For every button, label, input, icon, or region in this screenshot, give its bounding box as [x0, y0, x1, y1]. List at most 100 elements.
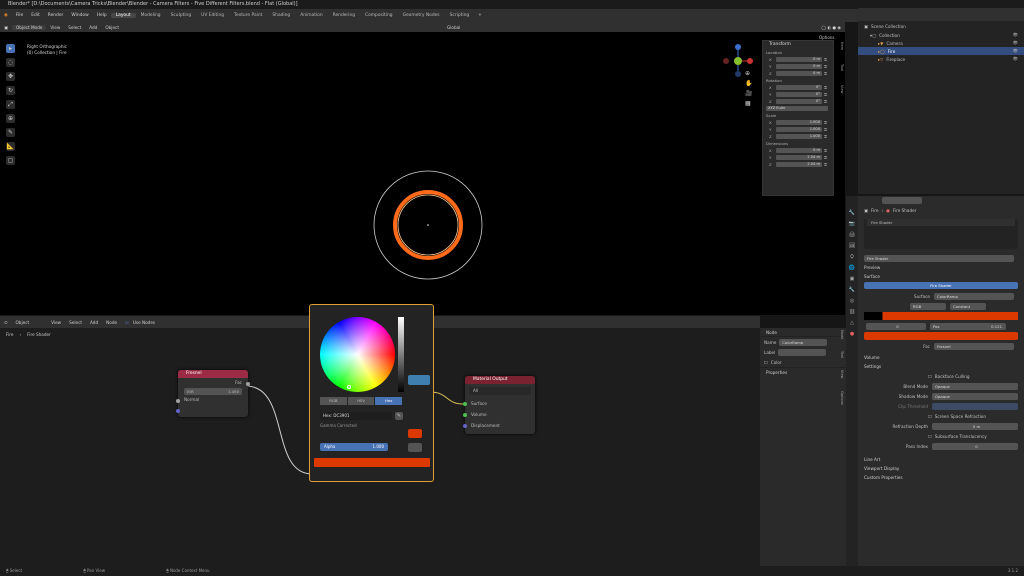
shadow-mode-dropdown[interactable]: Opaque [932, 392, 1018, 400]
ramp-stop-position[interactable]: Pos 0.121 [930, 322, 1006, 330]
data-tab-icon[interactable]: △ [850, 320, 854, 326]
rotation-mode-dropdown[interactable]: XYZ Euler [766, 106, 828, 111]
ns-tab-options[interactable]: Options [836, 391, 844, 405]
ramp-interpolation-dropdown[interactable]: Constant [950, 302, 986, 310]
fresnel-node[interactable]: Fresnel Fac IOR 1.450 Normal [176, 370, 250, 417]
ne-object-dropdown[interactable]: Object [12, 320, 34, 325]
zoom-icon[interactable]: ⊕ [745, 70, 752, 77]
color-ramp-gradient[interactable] [864, 312, 1018, 320]
material-tab-icon[interactable]: ● [850, 331, 854, 337]
transform-tool-icon[interactable]: ⊕ [6, 114, 15, 123]
mode-hex[interactable]: Hex [375, 397, 403, 405]
hex-input[interactable]: Hex: DC3901 [320, 412, 392, 420]
rotate-tool-icon[interactable]: ↻ [6, 86, 15, 95]
ne-menu-node[interactable]: Node [102, 320, 121, 325]
vp-menu-object[interactable]: Object [101, 25, 123, 30]
select-tool-icon[interactable]: ▸ [6, 44, 15, 53]
dimensions-value-field[interactable]: 0 m [776, 148, 822, 153]
subsurface-checkbox[interactable]: ☐ [928, 434, 932, 439]
location-value-field[interactable]: 0 m [776, 57, 822, 62]
tab-geometry-nodes[interactable]: Geometry Nodes [398, 13, 445, 18]
tab-animation[interactable]: Animation [295, 13, 327, 18]
hue-saturation-wheel[interactable] [320, 317, 395, 392]
ramp-stop-index[interactable]: 0 [866, 322, 926, 330]
value-slider[interactable] [398, 317, 404, 392]
pan-hand-icon[interactable]: ✋ [745, 80, 752, 87]
surface-section[interactable]: Surface [858, 272, 1024, 281]
rotation-value-field[interactable]: 0° [776, 99, 822, 104]
camera-view-icon[interactable]: 🎥 [745, 90, 752, 97]
ne-menu-add[interactable]: Add [86, 320, 102, 325]
n-tab-tool[interactable]: Tool [836, 64, 844, 71]
menu-render[interactable]: Render [44, 13, 68, 18]
ns-tab-tool[interactable]: Tool [836, 351, 844, 358]
n-tab-item[interactable]: Item [836, 42, 844, 50]
lock-icon[interactable]: ⚿ [824, 64, 827, 69]
vp-menu-select[interactable]: Select [64, 25, 85, 30]
material-slot-item[interactable]: Fire Shader [867, 219, 1015, 226]
refraction-depth-field[interactable]: 0 m [932, 422, 1018, 430]
backface-culling-checkbox[interactable]: ☐ [928, 374, 932, 379]
annotate-tool-icon[interactable]: ✎ [6, 128, 15, 137]
menu-file[interactable]: File [12, 13, 27, 18]
node-name-field[interactable]: ColorRamp [779, 338, 828, 346]
scale-value-field[interactable]: 1.000 [776, 120, 822, 125]
add-cube-tool-icon[interactable]: ▢ [6, 156, 15, 165]
visibility-eye-icon[interactable]: 👁 [1013, 32, 1024, 38]
color-picker-popup[interactable]: RGB HSV Hex Hex: DC3901 ✎ Gamma Correcte… [309, 304, 434, 482]
vp-menu-view[interactable]: View [46, 25, 64, 30]
material-output-node[interactable]: Material Output All Surface Volume Displ… [463, 376, 535, 434]
object-tab-icon[interactable]: ▣ [850, 276, 855, 282]
fresnel-fac-socket[interactable] [246, 382, 250, 386]
scene-collection-row[interactable]: ▣ Scene Collection [858, 21, 1024, 31]
lock-icon[interactable]: ⚿ [824, 71, 827, 76]
rotation-value-field[interactable]: 0° [776, 85, 822, 90]
ns-tab-view[interactable]: View [836, 370, 844, 379]
material-datablock-field[interactable]: Fire Shader [864, 254, 1014, 262]
outliner-row-collection[interactable]: ▾▢ Collection 👁 [858, 31, 1024, 39]
tab-shading[interactable]: Shading [267, 13, 295, 18]
grid-view-icon[interactable]: ▦ [745, 100, 752, 107]
mode-dropdown[interactable]: Object Mode [11, 24, 47, 30]
dimensions-value-field[interactable]: 2.54 m [776, 155, 822, 160]
output-tab-icon[interactable]: 🖨 [849, 232, 855, 238]
editor-type-icon[interactable]: ▣ [0, 25, 12, 30]
tab-texture-paint[interactable]: Texture Paint [229, 13, 267, 18]
dimensions-value-field[interactable]: 2.54 m [776, 162, 822, 167]
tab-modeling[interactable]: Modeling [136, 13, 166, 18]
tab-uv-editing[interactable]: UV Editing [196, 13, 229, 18]
ramp-stop-color-swatch[interactable] [864, 332, 1018, 340]
volume-socket[interactable] [463, 413, 467, 417]
navigation-gizmo[interactable] [720, 42, 760, 82]
pass-index-field[interactable]: 0 [932, 442, 1018, 450]
volume-section[interactable]: Volume [858, 353, 1024, 362]
modifier-tab-icon[interactable]: 🔧 [849, 287, 855, 293]
scene-tab-icon[interactable]: ⛭ [850, 254, 854, 260]
fac-input-field[interactable]: Fresnel [934, 342, 1014, 350]
vp-menu-add[interactable]: Add [85, 25, 101, 30]
menu-edit[interactable]: Edit [27, 13, 44, 18]
scale-tool-icon[interactable]: ⤢ [6, 100, 15, 109]
ns-tab-node[interactable]: Node [836, 330, 844, 339]
tab-sculpting[interactable]: Sculpting [166, 13, 197, 18]
menu-window[interactable]: Window [67, 13, 92, 18]
lineart-section[interactable]: Line Art [858, 455, 1024, 464]
shading-modes[interactable]: ◯ ◐ ● ◉ [817, 25, 845, 30]
outliner-row-camera[interactable]: ▸▼ Camera 👁 [858, 39, 1024, 47]
node-color-checkbox[interactable]: ☐ [764, 360, 768, 365]
alpha-slider[interactable]: Alpha 1.000 [320, 443, 388, 451]
3d-viewport[interactable]: Right Orthographic (0) Collection | Fire… [0, 32, 845, 315]
tab-scripting[interactable]: Scripting [445, 13, 475, 18]
lock-icon[interactable]: ⚿ [824, 99, 827, 104]
ssr-checkbox[interactable]: ☐ [928, 414, 932, 419]
lock-icon[interactable]: ⚿ [824, 127, 827, 132]
camera-eye-icon[interactable]: 👁 [1013, 40, 1024, 46]
use-nodes-button[interactable]: Fire Shader [864, 282, 1018, 289]
ne-editor-type-icon[interactable]: ⊙ [0, 320, 12, 325]
lock-icon[interactable]: ⚿ [824, 92, 827, 97]
scale-value-field[interactable]: 1.000 [776, 127, 822, 132]
custom-properties-section[interactable]: Custom Properties [858, 473, 1024, 482]
props-search-field[interactable] [882, 197, 922, 204]
tab-rendering[interactable]: Rendering [328, 13, 360, 18]
eyedropper-icon[interactable]: ✎ [395, 412, 403, 420]
